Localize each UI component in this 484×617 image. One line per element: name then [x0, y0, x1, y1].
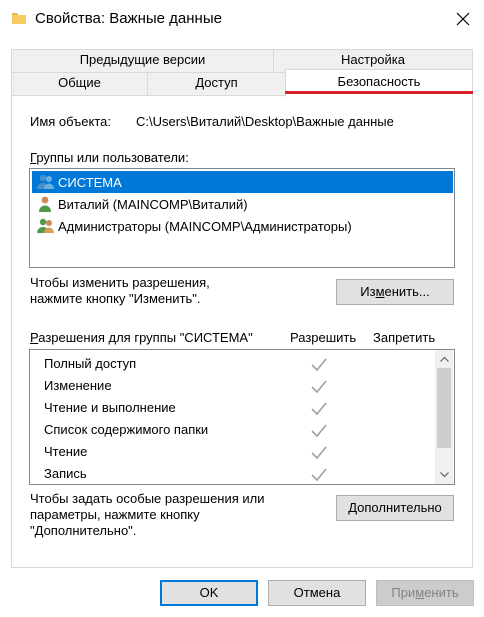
- scroll-up-button[interactable]: [435, 350, 453, 368]
- cancel-button[interactable]: Отмена: [268, 580, 366, 606]
- scroll-down-button[interactable]: [435, 466, 453, 484]
- allow-check-icon: [311, 424, 327, 438]
- change-button[interactable]: Изменить...: [336, 279, 454, 305]
- group-item-system[interactable]: СИСТЕМА: [32, 171, 453, 193]
- group-item-administrators[interactable]: Администраторы (MAINCOMP\Администраторы): [32, 215, 453, 237]
- close-icon: [456, 12, 470, 26]
- group-name: СИСТЕМА: [58, 174, 122, 190]
- tab-access[interactable]: Доступ: [147, 72, 286, 96]
- scrollbar-thumb[interactable]: [437, 368, 451, 448]
- allow-check-icon: [311, 380, 327, 394]
- group-item-vitaliy[interactable]: Виталий (MAINCOMP\Виталий): [32, 193, 453, 215]
- group-name: Виталий (MAINCOMP\Виталий): [58, 196, 248, 212]
- permission-read-execute: Чтение и выполнение: [44, 400, 176, 415]
- tab-previous-versions[interactable]: Предыдущие версии: [11, 49, 274, 73]
- folder-icon: [11, 10, 27, 26]
- users-group-icon: [37, 174, 54, 189]
- deny-header: Запретить: [373, 330, 436, 345]
- permission-read: Чтение: [44, 444, 88, 459]
- allow-check-icon: [311, 468, 327, 482]
- change-hint: Чтобы изменить разрешения, нажмите кнопк…: [30, 275, 210, 306]
- apply-button[interactable]: Применить: [376, 580, 474, 606]
- tab-general[interactable]: Общие: [11, 72, 148, 96]
- allow-check-icon: [311, 358, 327, 372]
- chevron-up-icon: [439, 356, 449, 362]
- allow-check-icon: [311, 402, 327, 416]
- groups-list[interactable]: СИСТЕМА Виталий (MAINCOMP\Виталий) Админ…: [29, 168, 455, 268]
- allow-check-icon: [311, 446, 327, 460]
- advanced-hint: Чтобы задать особые разрешения или парам…: [30, 491, 265, 538]
- allow-header: Разрешить: [290, 330, 357, 345]
- object-path: C:\Users\Виталий\Desktop\Важные данные: [136, 114, 394, 129]
- groups-label: Группы или пользователи:: [30, 150, 189, 165]
- permission-modify: Изменение: [44, 378, 112, 393]
- permissions-list[interactable]: Полный доступ Изменение Чтение и выполне…: [29, 349, 455, 485]
- group-name: Администраторы (MAINCOMP\Администраторы): [58, 218, 352, 234]
- ok-button[interactable]: OK: [160, 580, 258, 606]
- active-tab-underline: [285, 91, 473, 94]
- object-name-label: Имя объекта:: [30, 114, 112, 129]
- permission-full-control: Полный доступ: [44, 356, 137, 371]
- close-button[interactable]: [446, 3, 480, 35]
- user-icon: [39, 196, 51, 212]
- window-title: Свойства: Важные данные: [35, 10, 222, 27]
- chevron-down-icon: [439, 472, 449, 478]
- permissions-label: Разрешения для группы "СИСТЕМА": [30, 330, 253, 345]
- permission-list-folder: Список содержимого папки: [44, 422, 209, 437]
- users-group-icon: [37, 218, 54, 233]
- permission-write: Запись: [44, 466, 87, 481]
- advanced-button[interactable]: Дополнительно: [336, 495, 454, 521]
